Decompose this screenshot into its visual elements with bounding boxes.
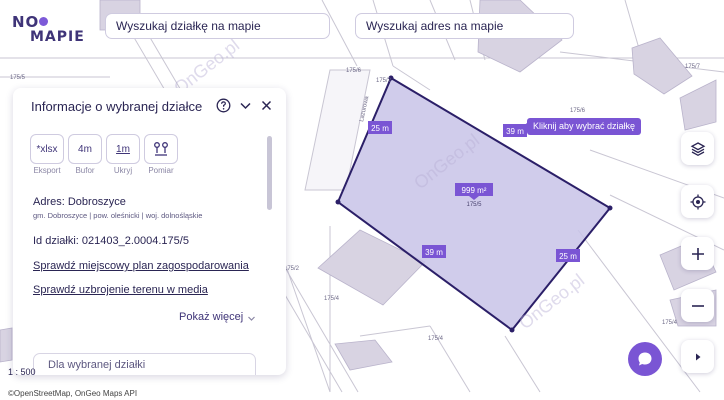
chat-button[interactable] <box>628 342 662 376</box>
chat-icon <box>638 352 652 366</box>
xlsx-icon: *xlsx <box>30 134 64 164</box>
panel-scrollbar[interactable] <box>267 136 272 210</box>
layers-icon <box>690 141 705 156</box>
zoom-in-button[interactable] <box>681 237 714 270</box>
plot-info-panel: Informacje o wybranej działce *xlsx Eksp… <box>13 88 286 375</box>
zoning-plan-link[interactable]: Sprawdź miejscowy plan zagospodarowania <box>33 260 249 272</box>
panel-next-section[interactable]: Dla wybranej działki <box>33 353 256 375</box>
map-attribution: ©OpenStreetMap, OnGeo Maps API <box>8 389 138 398</box>
measure-tool[interactable]: Pomiar <box>144 134 178 176</box>
play-button[interactable] <box>681 340 714 373</box>
edge-bottom-length: 39 m <box>425 248 443 257</box>
plot-id: Id działki: 021403_2.0004.175/5 <box>33 235 189 247</box>
address-search-input[interactable]: Wyszukaj adres na mapie <box>355 13 574 39</box>
panel-toolbar: *xlsx Eksport 4m Bufor 1m Ukryj Pomiar <box>30 134 270 176</box>
panel-header: Informacje o wybranej działce <box>13 88 286 124</box>
logo-bottom-text: MAPIE <box>30 29 85 45</box>
play-icon <box>695 353 700 360</box>
show-more-button[interactable]: Pokaż więcej <box>179 311 243 323</box>
tool-label: Pomiar <box>148 166 174 175</box>
parcel-label: 175/5 <box>10 75 26 81</box>
locate-icon <box>690 194 705 209</box>
parcel-label: 175/4 <box>324 296 340 302</box>
locate-button[interactable] <box>681 185 714 218</box>
close-icon[interactable] <box>260 99 273 112</box>
measure-icon <box>144 134 178 164</box>
plot-number: 175/5 <box>466 202 482 208</box>
chevron-down-icon <box>248 316 255 321</box>
utilities-link[interactable]: Sprawdź uzbrojenie terenu w media <box>33 284 208 296</box>
edge-left-length: 25 m <box>371 124 389 133</box>
map-scale: 1 : 500 <box>8 367 36 377</box>
address-detail: gm. Dobroszyce | pow. oleśnicki | woj. d… <box>33 211 203 220</box>
parcel-label: 175/6 <box>570 108 586 114</box>
buffer-icon: 4m <box>68 134 102 164</box>
minus-icon <box>691 304 704 307</box>
plus-icon <box>691 247 704 260</box>
parcel-label: 175/4 <box>662 320 678 326</box>
help-icon[interactable] <box>216 98 231 113</box>
layers-button[interactable] <box>681 132 714 165</box>
logo[interactable]: NO MAPIE <box>12 13 92 45</box>
buffer-tool[interactable]: 4m Bufor <box>68 134 102 176</box>
edge-right-length: 25 m <box>559 252 577 261</box>
zoom-out-button[interactable] <box>681 289 714 322</box>
plot-search-placeholder: Wyszukaj działkę na mapie <box>116 19 261 33</box>
next-section-label: Dla wybranej działki <box>48 359 146 371</box>
export-tool[interactable]: *xlsx Eksport <box>30 134 64 176</box>
parcel-label: 175/2 <box>284 266 300 272</box>
parcel-label: 175/4 <box>428 336 444 342</box>
parcel-label: 175/6 <box>346 68 362 74</box>
chevron-down-icon[interactable] <box>239 99 252 112</box>
logo-pin-icon <box>39 17 48 26</box>
address-label: Adres: Dobroszyce <box>33 196 126 208</box>
address-search-placeholder: Wyszukaj adres na mapie <box>366 19 504 33</box>
select-plot-tooltip: Kliknij aby wybrać działkę <box>527 118 642 135</box>
plot-search-input[interactable]: Wyszukaj działkę na mapie <box>105 13 330 39</box>
plot-area: 999 m² <box>462 186 487 195</box>
parcel-label: 175/2 <box>376 78 392 84</box>
hide-tool[interactable]: 1m Ukryj <box>106 134 140 176</box>
panel-title: Informacje o wybranej działce <box>31 99 203 114</box>
hide-icon: 1m <box>106 134 140 164</box>
parcel-label: 175/7 <box>685 64 701 70</box>
